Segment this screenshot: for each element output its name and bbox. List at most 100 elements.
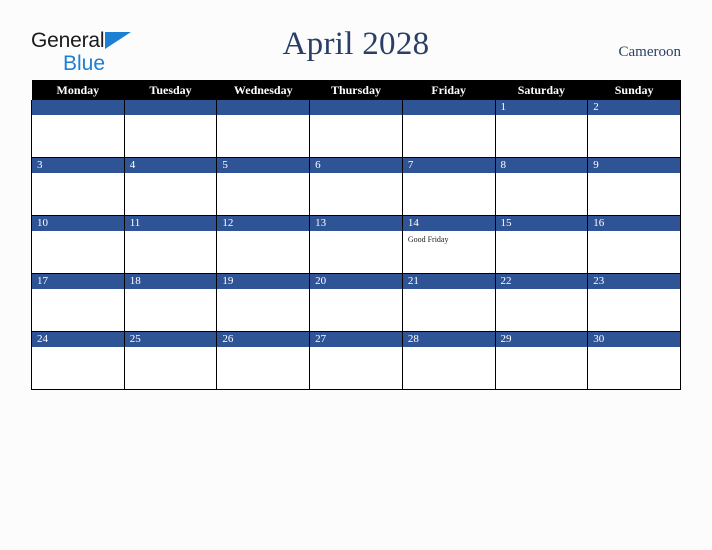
day-events (310, 347, 402, 350)
day-events (588, 173, 680, 176)
day-events (310, 289, 402, 292)
calendar-week-row: 24 25 26 27 28 29 30 (31, 331, 681, 390)
page-title: April 2028 (282, 26, 430, 62)
calendar-day-cell[interactable]: 1 (494, 100, 589, 158)
calendar-day-cell[interactable] (123, 100, 218, 158)
day-events (32, 289, 124, 292)
calendar-day-cell[interactable]: 9 (587, 157, 681, 216)
calendar-day-cell[interactable]: 11 (123, 215, 218, 274)
day-events (496, 231, 588, 234)
day-number: 17 (32, 274, 124, 289)
calendar-day-cell[interactable]: 29 (494, 331, 589, 390)
day-events (310, 115, 402, 118)
day-events (588, 347, 680, 350)
calendar-day-cell[interactable]: 4 (123, 157, 218, 216)
day-number: 6 (310, 158, 402, 173)
day-events: Good Friday (403, 231, 495, 245)
day-number: 16 (588, 216, 680, 231)
day-events (32, 115, 124, 118)
day-events (496, 289, 588, 292)
calendar-day-cell[interactable]: 7 (401, 157, 496, 216)
calendar-day-cell[interactable]: 28 (401, 331, 496, 390)
calendar-week-row: 10 11 12 13 14 Good Friday 15 16 (31, 215, 681, 274)
day-events (310, 173, 402, 176)
day-number: 10 (32, 216, 124, 231)
weekday-header-friday: Friday (402, 80, 496, 100)
day-number: 29 (495, 332, 588, 347)
weekday-header-thursday: Thursday (309, 80, 403, 100)
weekday-header-row: Monday Tuesday Wednesday Thursday Friday… (31, 80, 681, 100)
calendar-day-cell[interactable]: 8 (494, 157, 589, 216)
day-number (310, 100, 402, 115)
weekday-header-monday: Monday (31, 80, 125, 100)
day-events (496, 173, 588, 176)
day-number: 12 (217, 216, 310, 231)
day-number: 30 (588, 332, 680, 347)
calendar-day-cell[interactable]: 18 (123, 273, 218, 332)
day-number: 23 (588, 274, 680, 289)
day-events (403, 173, 495, 176)
day-events (217, 231, 309, 234)
day-number: 15 (495, 216, 588, 231)
calendar-body: 1 2 3 4 5 6 7 8 9 10 11 12 13 14 Good Friday 15 16 17 18 19… (31, 100, 681, 390)
calendar-day-cell[interactable]: 22 (494, 273, 589, 332)
calendar-day-cell[interactable] (31, 100, 125, 158)
calendar-day-cell[interactable]: 16 (587, 215, 681, 274)
weekday-header-tuesday: Tuesday (124, 80, 217, 100)
day-number: 7 (402, 158, 495, 173)
weekday-header-saturday: Saturday (495, 80, 588, 100)
day-events (403, 347, 495, 350)
calendar-day-cell[interactable]: 5 (216, 157, 311, 216)
calendar-day-cell[interactable]: 21 (401, 273, 496, 332)
day-number: 20 (310, 274, 402, 289)
day-number: 4 (124, 158, 217, 173)
day-events (403, 115, 495, 118)
day-events (217, 115, 309, 118)
calendar-day-cell[interactable] (401, 100, 496, 158)
weekday-header-sunday: Sunday (587, 80, 681, 100)
day-events (125, 289, 217, 292)
calendar-day-cell[interactable]: 27 (309, 331, 403, 390)
calendar-day-cell[interactable]: 6 (309, 157, 403, 216)
calendar-day-cell[interactable]: 2 (587, 100, 681, 158)
calendar-day-cell[interactable]: 15 (494, 215, 589, 274)
day-events (310, 231, 402, 234)
calendar-week-row: 12 (31, 100, 681, 158)
calendar-day-cell[interactable]: 17 (31, 273, 125, 332)
day-number: 19 (217, 274, 310, 289)
day-events (588, 231, 680, 234)
calendar-grid: Monday Tuesday Wednesday Thursday Friday… (31, 80, 681, 390)
calendar-day-cell[interactable]: 25 (123, 331, 218, 390)
day-number: 5 (217, 158, 310, 173)
day-events (125, 115, 217, 118)
day-events (496, 347, 588, 350)
calendar-day-cell[interactable]: 26 (216, 331, 311, 390)
holiday-label: Good Friday (407, 235, 449, 244)
calendar-day-cell[interactable]: 14 Good Friday (401, 215, 496, 274)
day-events (32, 231, 124, 234)
day-number: 28 (402, 332, 495, 347)
calendar-day-cell[interactable] (216, 100, 311, 158)
calendar-day-cell[interactable]: 12 (216, 215, 311, 274)
country-label: Cameroon (618, 44, 681, 60)
calendar-day-cell[interactable]: 19 (216, 273, 311, 332)
day-number: 26 (217, 332, 310, 347)
day-events (588, 115, 680, 118)
day-events (125, 347, 217, 350)
day-number (217, 100, 310, 115)
calendar-day-cell[interactable]: 10 (31, 215, 125, 274)
calendar-page: General Blue April 2028 Cameroon Monday … (0, 0, 712, 550)
day-number: 24 (32, 332, 124, 347)
day-number: 3 (32, 158, 124, 173)
calendar-day-cell[interactable]: 30 (587, 331, 681, 390)
day-events (403, 289, 495, 292)
calendar-day-cell[interactable]: 3 (31, 157, 125, 216)
day-events (496, 115, 588, 118)
calendar-day-cell[interactable]: 13 (309, 215, 403, 274)
calendar-day-cell[interactable]: 23 (587, 273, 681, 332)
calendar-day-cell[interactable]: 20 (309, 273, 403, 332)
calendar-day-cell[interactable]: 24 (31, 331, 125, 390)
day-number (124, 100, 217, 115)
day-number: 9 (588, 158, 680, 173)
calendar-day-cell[interactable] (309, 100, 403, 158)
